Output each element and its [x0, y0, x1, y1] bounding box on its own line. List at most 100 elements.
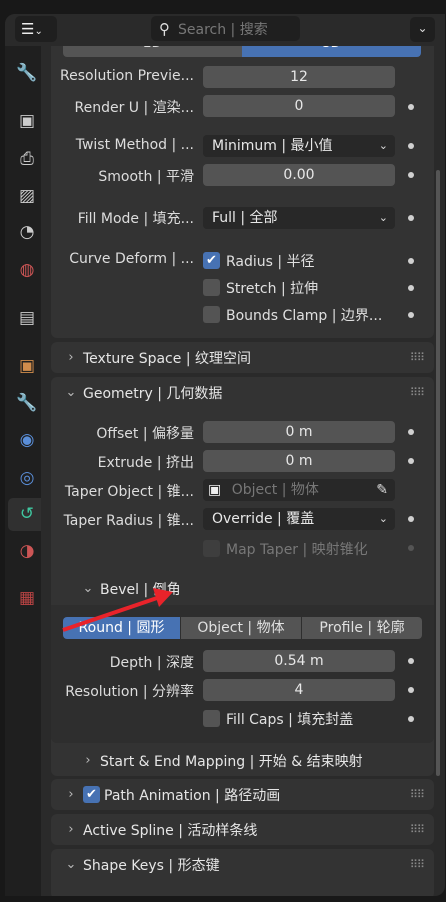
keyframe-dot[interactable] — [408, 458, 414, 464]
keyframe-dot[interactable] — [408, 687, 414, 693]
texture-space-title: Texture Space | 纹理空间 — [83, 350, 251, 367]
search-input[interactable]: ⚲ Search | 搜索 — [151, 16, 300, 41]
keyframe-dot[interactable] — [408, 285, 414, 291]
stretch-label: Stretch | 拉伸 — [226, 281, 319, 297]
extrude-label: Extrude | 挤出 — [97, 455, 194, 471]
keyframe-dot[interactable] — [408, 215, 414, 221]
chevron-down-icon: ⌄ — [378, 139, 388, 152]
resolution-preview-label: Resolution Previe... — [60, 68, 194, 84]
extrude-field[interactable]: 0 m — [203, 450, 395, 472]
keyframe-dot[interactable] — [408, 658, 414, 664]
keyframe-dot[interactable] — [408, 172, 414, 178]
modifier-icon[interactable]: 🔧 — [14, 390, 40, 416]
drag-handle-icon[interactable]: ⠿⠿ — [410, 386, 425, 399]
drag-handle-icon[interactable]: ⠿⠿ — [410, 788, 425, 801]
smooth-field[interactable]: 0.00 — [203, 164, 395, 186]
active-spline-header[interactable]: › Active Spline | 活动样条线 ⠿⠿ — [51, 814, 434, 845]
chevron-down-icon: ⌄ — [378, 512, 388, 525]
view-layer-icon[interactable]: ▨ — [14, 183, 40, 209]
physics-icon[interactable]: ◎ — [14, 465, 40, 491]
start-end-mapping-title: Start & End Mapping | 开始 & 结束映射 — [100, 753, 363, 770]
bevel-tab-profile[interactable]: Profile | 轮廓 — [302, 617, 422, 639]
search-placeholder: Search | 搜索 — [178, 21, 268, 38]
taper-radius-value: Override | 覆盖 — [212, 511, 315, 527]
path-animation-checkbox[interactable]: ✔ — [83, 786, 100, 803]
keyframe-dot[interactable] — [408, 258, 414, 264]
keyframe-dot[interactable] — [408, 429, 414, 435]
particles-icon[interactable]: ◉ — [14, 427, 40, 453]
path-animation-header[interactable]: › ✔ Path Animation | 路径动画 ⠿⠿ — [51, 779, 434, 810]
chevron-right-icon: › — [68, 822, 74, 837]
stretch-checkbox[interactable] — [203, 279, 220, 296]
object-icon[interactable]: ▣ — [14, 353, 40, 379]
geometry-header[interactable]: ⌄ Geometry | 几何数据 ⠿⠿ — [51, 377, 434, 408]
keyframe-dot[interactable] — [408, 716, 414, 722]
render-u-label: Render U | 渲染... — [74, 100, 194, 116]
editor-type-button[interactable]: ☰⌄ — [15, 16, 57, 42]
scrollbar[interactable] — [436, 170, 440, 776]
resolution-label: Resolution | 分辨率 — [65, 684, 194, 700]
tool-icon[interactable]: 🔧 — [14, 60, 40, 86]
chevron-right-icon: › — [68, 787, 74, 802]
search-icon: ⚲ — [159, 19, 170, 38]
material-icon[interactable]: ◑ — [14, 538, 40, 564]
curve-deform-label: Curve Deform | ... — [69, 251, 194, 267]
taper-object-placeholder: Object | 物体 — [231, 482, 319, 498]
offset-label: Offset | 偏移量 — [96, 426, 194, 442]
fill-mode-label: Fill Mode | 填充... — [77, 211, 194, 227]
map-taper-checkbox[interactable] — [203, 540, 220, 557]
fill-caps-checkbox[interactable] — [203, 710, 220, 727]
keyframe-dot[interactable] — [408, 312, 414, 318]
render-icon[interactable]: ▣ — [14, 108, 40, 134]
options-dropdown-button[interactable]: ⌄ — [410, 17, 435, 42]
radius-label: Radius | 半径 — [226, 254, 315, 270]
drag-handle-icon[interactable]: ⠿⠿ — [410, 858, 425, 871]
bounds-clamp-checkbox[interactable] — [203, 306, 220, 323]
chevron-down-icon: ⌄ — [378, 211, 388, 224]
texture-icon[interactable]: ▦ — [14, 585, 40, 611]
curve-data-icon[interactable]: ↺ — [14, 501, 40, 527]
taper-object-field[interactable]: ▣ Object | 物体 ✎ — [203, 479, 395, 501]
chevron-right-icon: › — [68, 350, 74, 365]
shape-keys-title: Shape Keys | 形态键 — [83, 857, 220, 874]
taper-radius-dropdown[interactable]: Override | 覆盖 ⌄ — [203, 508, 395, 530]
bounds-clamp-label: Bounds Clamp | 边界... — [226, 308, 383, 324]
keyframe-dot[interactable] — [408, 545, 414, 551]
resolution-field[interactable]: 4 — [203, 679, 395, 701]
drag-handle-icon[interactable]: ⠿⠿ — [410, 351, 425, 364]
scene-icon[interactable]: ◔ — [14, 219, 40, 245]
header-bar: ☰⌄ ⚲ Search | 搜索 ⌄ — [5, 14, 445, 46]
annotation-arrow — [62, 588, 173, 632]
twist-method-value: Minimum | 最小值 — [212, 138, 333, 154]
world-icon[interactable]: ◍ — [14, 257, 40, 283]
path-animation-title: Path Animation | 路径动画 — [104, 787, 281, 804]
shape-keys-header[interactable]: ⌄ Shape Keys | 形态键 ⠿⠿ — [51, 849, 434, 880]
chevron-right-icon: › — [85, 753, 91, 768]
offset-field[interactable]: 0 m — [203, 421, 395, 443]
texture-space-header[interactable]: › Texture Space | 纹理空间 ⠿⠿ — [51, 342, 434, 373]
depth-field[interactable]: 0.54 m — [203, 650, 395, 672]
taper-radius-label: Taper Radius | 锥... — [63, 513, 194, 529]
twist-method-dropdown[interactable]: Minimum | 最小值 ⌄ — [203, 135, 395, 157]
arrow-head — [153, 588, 173, 607]
smooth-label: Smooth | 平滑 — [98, 169, 194, 185]
render-u-field[interactable]: 0 — [203, 95, 395, 117]
fill-mode-value: Full | 全部 — [212, 210, 278, 226]
bevel-tab-object[interactable]: Object | 物体 — [181, 617, 301, 639]
object-icon: ▣ — [208, 482, 222, 498]
eyedropper-icon[interactable]: ✎ — [376, 479, 388, 501]
chevron-down-icon: ⌄ — [65, 385, 77, 400]
resolution-preview-field[interactable]: 12 — [203, 66, 395, 88]
arrow-shaft — [62, 595, 161, 632]
collection-icon[interactable]: ▤ — [14, 305, 40, 331]
start-end-mapping-header[interactable]: › Start & End Mapping | 开始 & 结束映射 — [76, 745, 363, 776]
keyframe-dot[interactable] — [408, 143, 414, 149]
map-taper-label: Map Taper | 映射锥化 — [226, 542, 368, 558]
output-icon[interactable]: ⎙ — [14, 146, 40, 172]
keyframe-dot[interactable] — [408, 104, 414, 110]
keyframe-dot[interactable] — [408, 516, 414, 522]
radius-checkbox[interactable]: ✔ — [203, 252, 220, 269]
fill-mode-dropdown[interactable]: Full | 全部 ⌄ — [203, 207, 395, 229]
drag-handle-icon[interactable]: ⠿⠿ — [410, 823, 425, 836]
geometry-title: Geometry | 几何数据 — [83, 385, 223, 402]
